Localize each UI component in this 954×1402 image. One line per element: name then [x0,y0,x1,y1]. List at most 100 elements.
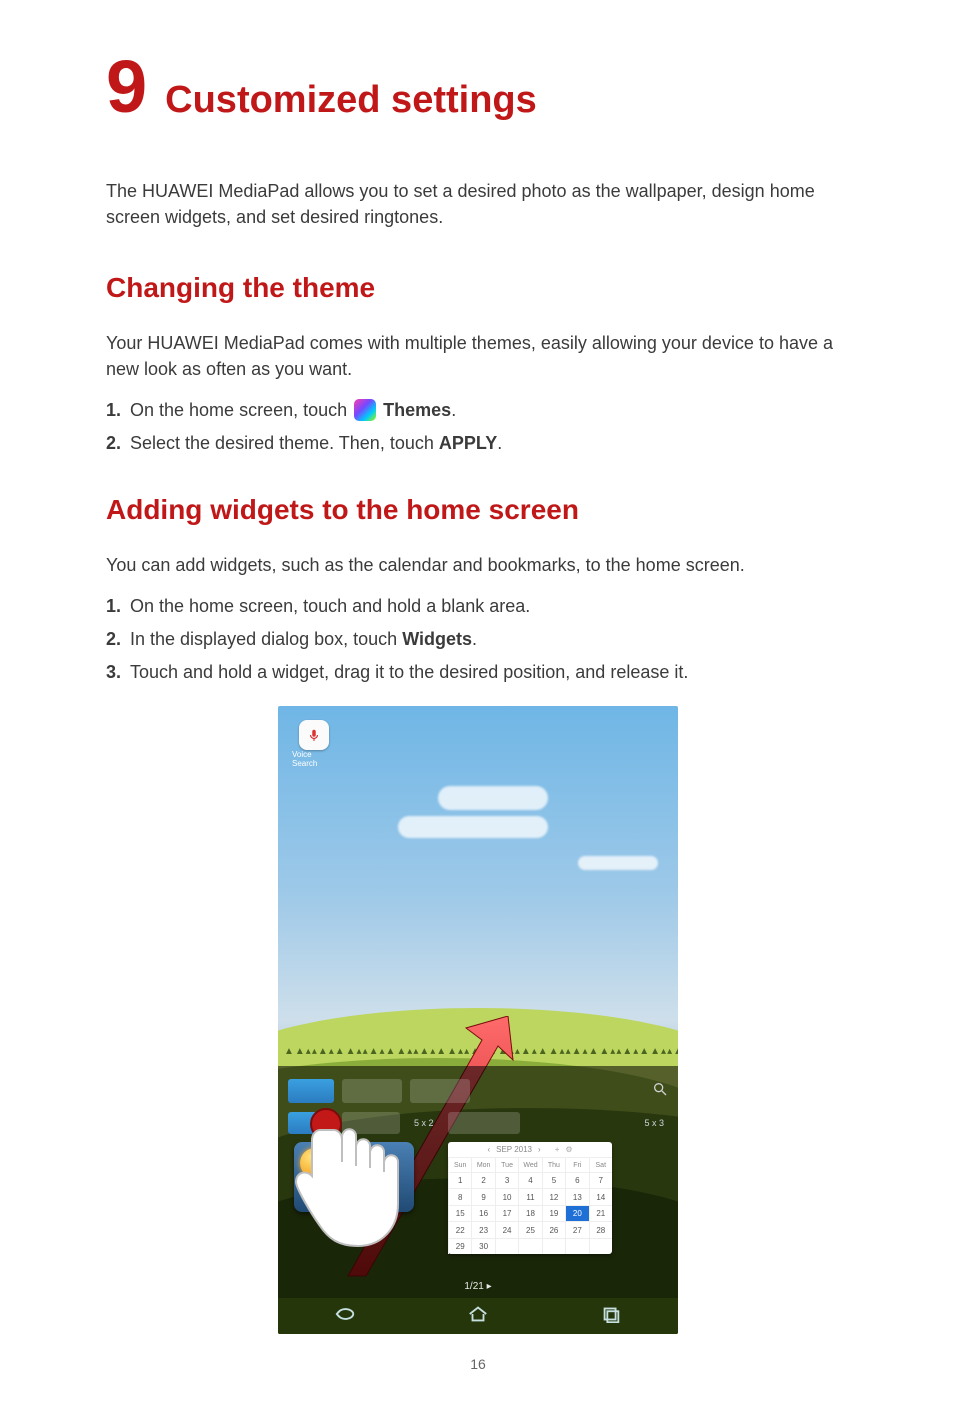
calendar-day[interactable]: 18 [518,1205,541,1222]
widget-thumbnail[interactable] [288,1079,334,1103]
calendar-day[interactable]: 28 [589,1221,612,1238]
back-button[interactable] [334,1305,356,1328]
calendar-day[interactable]: 11 [518,1188,541,1205]
chapter-name: Customized settings [165,81,537,121]
intro-paragraph: The HUAWEI MediaPad allows you to set a … [106,178,850,230]
calendar-day[interactable]: 4 [518,1172,541,1189]
widget-pager[interactable]: 1/21 ▸ [278,1281,678,1292]
calendar-day[interactable]: 1 [448,1172,471,1189]
settings-icon[interactable]: ⚙ [565,1145,572,1154]
section1-step-1: On the home screen, touch Themes. [106,396,850,425]
weather-widget[interactable]: 10° [294,1142,414,1212]
step-text: Touch and hold a widget, drag it to the … [130,662,688,682]
calendar-day[interactable]: 20 [565,1205,588,1222]
widget-thumbnail[interactable] [288,1112,332,1134]
figure: ▲▲▴▴▲▴▲▲▴▴▲▴▲▲▴▴▲▴▲▲▴▴▲▴▲▲▴▴▲▴▲▲▴▴▲▴▲▲▴▴… [106,706,850,1334]
widget-thumbnail[interactable] [342,1112,400,1134]
calendar-day [565,1238,588,1255]
tablet-screenshot: ▲▲▴▴▲▴▲▲▴▴▲▴▲▲▴▴▲▴▲▲▴▴▲▴▲▲▴▴▲▴▲▲▴▴▲▴▲▲▴▴… [278,706,678,1334]
cloud [578,856,658,870]
calendar-dow: Mon [471,1157,494,1172]
recent-apps-button[interactable] [600,1305,622,1328]
widget-thumbnail[interactable] [448,1112,520,1134]
step-text: In the displayed dialog box, touch [130,629,402,649]
chevron-right-icon[interactable]: › [538,1145,541,1154]
calendar-day[interactable]: 8 [448,1188,471,1205]
calendar-day[interactable]: 9 [471,1188,494,1205]
calendar-day[interactable]: 7 [589,1172,612,1189]
calendar-day[interactable]: 15 [448,1205,471,1222]
calendar-day[interactable]: 24 [495,1221,518,1238]
calendar-header: ‹ SEP 2013 › + ⚙ [448,1142,612,1157]
cloud [438,786,548,810]
navigation-bar [278,1298,678,1334]
calendar-day[interactable]: 29 [448,1238,471,1255]
calendar-day[interactable]: 10 [495,1188,518,1205]
calendar-day[interactable]: 12 [542,1188,565,1205]
section-heading-adding-widgets: Adding widgets to the home screen [106,494,850,526]
chapter-title: 9 Customized settings [106,50,850,124]
step-text: On the home screen, touch and hold a bla… [130,596,530,616]
calendar-dow: Tue [495,1157,518,1172]
calendar-dow: Thu [542,1157,565,1172]
voice-search-widget[interactable]: Voice Search [292,720,336,768]
calendar-day[interactable]: 13 [565,1188,588,1205]
calendar-day[interactable]: 19 [542,1205,565,1222]
calendar-day[interactable]: 30 [471,1238,494,1255]
microphone-icon [299,720,329,750]
calendar-day [495,1238,518,1255]
section1-steps: On the home screen, touch Themes. Select… [106,396,850,458]
calendar-day[interactable]: 6 [565,1172,588,1189]
widgets-label: Widgets [402,629,472,649]
calendar-month: SEP 2013 [496,1145,532,1154]
calendar-day[interactable]: 22 [448,1221,471,1238]
voice-search-label: Voice Search [292,750,336,768]
calendar-day[interactable]: 16 [471,1205,494,1222]
section2-step-1: On the home screen, touch and hold a bla… [106,592,850,621]
calendar-dow: Fri [565,1157,588,1172]
calendar-day[interactable]: 26 [542,1221,565,1238]
section2-body: You can add widgets, such as the calenda… [106,552,850,578]
sky [278,706,678,1058]
calendar-day[interactable]: 23 [471,1221,494,1238]
step-text: . [451,400,456,420]
calendar-dow: Wed [518,1157,541,1172]
calendar-widget[interactable]: ‹ SEP 2013 › + ⚙ SunMonTueWedThuFriSat12… [448,1142,612,1254]
calendar-day[interactable]: 27 [565,1221,588,1238]
calendar-day[interactable]: 17 [495,1205,518,1222]
calendar-day[interactable]: 14 [589,1188,612,1205]
step-text: . [472,629,477,649]
section2-steps: On the home screen, touch and hold a bla… [106,592,850,686]
section-heading-changing-theme: Changing the theme [106,272,850,304]
step-text: On the home screen, touch [130,400,352,420]
widget-thumbnail[interactable] [342,1079,402,1103]
home-button[interactable] [467,1305,489,1328]
widget-size-label: 5 x 2 [410,1118,438,1128]
tray-main: 10° ‹ SEP 2013 › + ⚙ SunMonTueWedThuFriS… [278,1134,678,1264]
widget-thumbnail[interactable] [410,1079,470,1103]
temperature-value: 10° [346,1152,379,1178]
calendar-dow: Sun [448,1157,471,1172]
calendar-day[interactable]: 3 [495,1172,518,1189]
cloud [398,816,548,838]
chapter-number: 9 [106,50,147,124]
themes-label: Themes [383,400,451,420]
tray-row: 5 x 2 5 x 3 [278,1106,678,1134]
cloud-icon [312,1164,346,1182]
calendar-day[interactable]: 5 [542,1172,565,1189]
section1-body: Your HUAWEI MediaPad comes with multiple… [106,330,850,382]
calendar-day[interactable]: 2 [471,1172,494,1189]
step-text: . [497,433,502,453]
section1-step-2: Select the desired theme. Then, touch AP… [106,429,850,458]
chevron-left-icon[interactable]: ‹ [487,1145,490,1154]
calendar-day[interactable]: 25 [518,1221,541,1238]
calendar-dow: Sat [589,1157,612,1172]
themes-icon [354,399,376,421]
calendar-day [518,1238,541,1255]
calendar-day[interactable]: 21 [589,1205,612,1222]
apply-label: APPLY [439,433,497,453]
plus-icon[interactable]: + [555,1145,560,1154]
calendar-day [542,1238,565,1255]
tray-row [278,1076,678,1106]
search-icon[interactable] [652,1081,668,1102]
